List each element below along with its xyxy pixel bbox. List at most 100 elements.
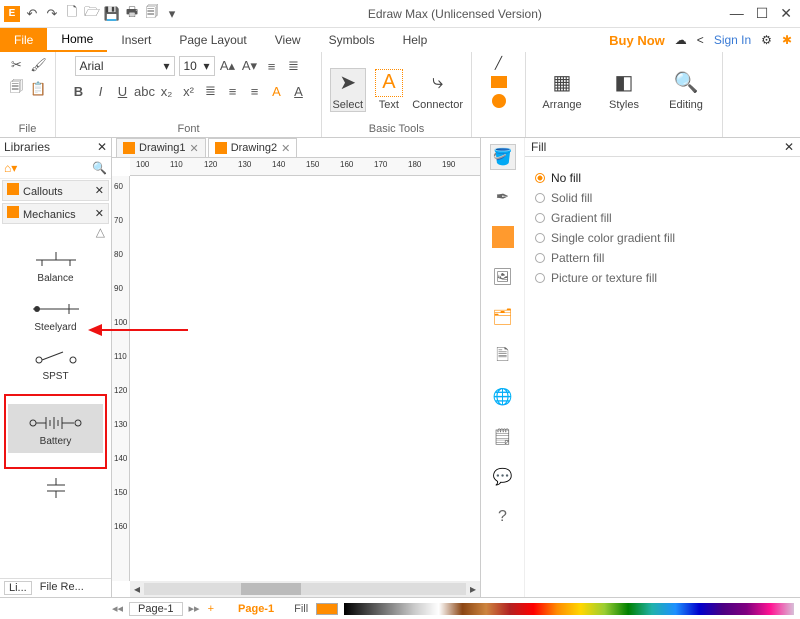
arrange-button[interactable]: ▦ Arrange bbox=[534, 69, 590, 111]
connector-tool[interactable]: ⤷ Connector bbox=[412, 69, 463, 111]
page-nav-prev-icon[interactable]: ◂◂ bbox=[112, 602, 123, 615]
current-fill-swatch[interactable] bbox=[316, 603, 338, 615]
editing-button[interactable]: 🔍 Editing bbox=[658, 69, 714, 111]
font-name-select[interactable]: Arial▾ bbox=[75, 56, 175, 76]
gear-icon[interactable]: ⚙ bbox=[761, 33, 772, 47]
tab-insert[interactable]: Insert bbox=[107, 28, 165, 52]
save-icon[interactable]: 💾 bbox=[104, 6, 120, 22]
tab-help[interactable]: Help bbox=[389, 28, 442, 52]
styles-button[interactable]: ◧ Styles bbox=[596, 69, 652, 111]
footer-tab-libraries[interactable]: Li... bbox=[4, 581, 32, 595]
pen-icon[interactable]: ✒ bbox=[490, 184, 516, 210]
open-icon[interactable]: 🗁 bbox=[84, 6, 100, 22]
text-tool[interactable]: A Text bbox=[372, 69, 407, 111]
shape-spst-switch[interactable]: SPST bbox=[4, 345, 107, 382]
file-tab[interactable]: File bbox=[0, 28, 47, 52]
drawing-canvas[interactable] bbox=[130, 176, 480, 581]
qat-dropdown-icon[interactable]: ▾ bbox=[164, 6, 180, 22]
page-tab[interactable]: Page-1 bbox=[129, 602, 182, 616]
ellipse-tool-icon[interactable] bbox=[492, 94, 506, 108]
close-icon[interactable]: ✕ bbox=[281, 142, 290, 155]
radio-single-color-gradient[interactable]: Single color gradient fill bbox=[535, 231, 790, 245]
paste-icon[interactable]: 📋 bbox=[30, 80, 48, 98]
grow-font-icon[interactable]: A▴ bbox=[219, 57, 237, 75]
align-left-icon[interactable]: ≡ bbox=[263, 57, 281, 75]
radio-solid-fill[interactable]: Solid fill bbox=[535, 191, 790, 205]
tab-view[interactable]: View bbox=[261, 28, 315, 52]
footer-tab-filerecovery[interactable]: File Re... bbox=[40, 581, 84, 595]
shape-battery[interactable]: Battery bbox=[8, 404, 103, 453]
radio-gradient-fill[interactable]: Gradient fill bbox=[535, 211, 790, 225]
doc-tab-drawing2[interactable]: Drawing2 ✕ bbox=[208, 138, 298, 157]
scroll-left-icon[interactable]: ◂ bbox=[130, 582, 144, 596]
note-icon[interactable]: 🗒 bbox=[490, 424, 516, 450]
home-icon[interactable]: ⌂▾ bbox=[4, 161, 17, 175]
maximize-button[interactable]: ☐ bbox=[756, 5, 769, 22]
layers-icon[interactable]: 🗂 bbox=[490, 304, 516, 330]
strikethrough-icon[interactable]: abc bbox=[136, 82, 154, 100]
title-bar: E ↶ ↷ 🗋 🗁 💾 🖶 🗐 ▾ Edraw Max (Unlicensed … bbox=[0, 0, 800, 28]
help-icon[interactable]: ? bbox=[490, 504, 516, 530]
radio-picture-fill[interactable]: Picture or texture fill bbox=[535, 271, 790, 285]
shape-balance[interactable]: Balance bbox=[4, 247, 107, 284]
line-tool-icon[interactable]: ╱ bbox=[495, 56, 502, 70]
underline-icon[interactable]: U bbox=[114, 82, 132, 100]
print-icon[interactable]: 🖶 bbox=[124, 6, 140, 22]
shape-capacitor[interactable] bbox=[4, 475, 107, 501]
new-icon[interactable]: 🗋 bbox=[64, 6, 80, 22]
cloud-icon[interactable]: ☁ bbox=[675, 33, 687, 47]
search-icon[interactable]: 🔍 bbox=[21, 161, 107, 175]
buy-now-link[interactable]: Buy Now bbox=[609, 33, 665, 48]
preview-icon[interactable]: 🗐 bbox=[144, 6, 160, 22]
collapse-icon[interactable]: △ bbox=[0, 225, 111, 239]
minimize-button[interactable]: — bbox=[730, 5, 744, 22]
fill-panel-close-icon[interactable]: ✕ bbox=[784, 140, 794, 154]
align-right-icon[interactable]: ≡ bbox=[246, 82, 264, 100]
swatch-icon[interactable] bbox=[490, 224, 516, 250]
fill-bucket-icon[interactable]: 🪣 bbox=[490, 144, 516, 170]
close-icon[interactable]: ✕ bbox=[189, 142, 198, 155]
scroll-thumb[interactable] bbox=[241, 583, 301, 595]
page-icon[interactable]: 🗎 bbox=[490, 344, 516, 370]
superscript-icon[interactable]: x² bbox=[180, 82, 198, 100]
comment-icon[interactable]: 💬 bbox=[490, 464, 516, 490]
bullets-icon[interactable]: ≣ bbox=[202, 82, 220, 100]
category-mechanics[interactable]: Mechanics ✕ bbox=[2, 203, 109, 224]
globe-icon[interactable]: 🌐 bbox=[490, 384, 516, 410]
close-button[interactable]: ✕ bbox=[780, 5, 792, 22]
close-icon[interactable]: ✕ bbox=[95, 207, 104, 220]
cut-icon[interactable]: ✂ bbox=[8, 56, 26, 74]
sign-in-link[interactable]: Sign In bbox=[714, 33, 751, 47]
redo-icon[interactable]: ↷ bbox=[44, 6, 60, 22]
color-palette-strip[interactable] bbox=[344, 603, 794, 615]
line-spacing-icon[interactable]: ≣ bbox=[285, 57, 303, 75]
shrink-font-icon[interactable]: A▾ bbox=[241, 57, 259, 75]
tab-page-layout[interactable]: Page Layout bbox=[165, 28, 260, 52]
close-icon[interactable]: ✕ bbox=[95, 184, 104, 197]
undo-icon[interactable]: ↶ bbox=[24, 6, 40, 22]
radio-no-fill[interactable]: No fill bbox=[535, 171, 790, 185]
align-center-icon[interactable]: ≡ bbox=[224, 82, 242, 100]
highlight-icon[interactable]: A bbox=[268, 82, 286, 100]
scroll-right-icon[interactable]: ▸ bbox=[466, 582, 480, 596]
radio-pattern-fill[interactable]: Pattern fill bbox=[535, 251, 790, 265]
page-nav-icons[interactable]: ▸▸ bbox=[189, 602, 200, 615]
italic-icon[interactable]: I bbox=[92, 82, 110, 100]
font-size-select[interactable]: 10▾ bbox=[179, 56, 215, 76]
copy-icon[interactable]: 🗐 bbox=[8, 80, 26, 98]
doc-tab-drawing1[interactable]: Drawing1 ✕ bbox=[116, 138, 206, 157]
bold-icon[interactable]: B bbox=[70, 82, 88, 100]
share-icon[interactable]: < bbox=[697, 33, 704, 47]
add-page-icon[interactable]: + bbox=[208, 603, 214, 615]
horizontal-scrollbar[interactable]: ◂ ▸ bbox=[130, 581, 480, 597]
tab-home[interactable]: Home bbox=[47, 28, 107, 52]
select-tool[interactable]: ➤ Select bbox=[330, 68, 366, 112]
font-color-icon[interactable]: A bbox=[290, 82, 308, 100]
libraries-close-icon[interactable]: ✕ bbox=[97, 140, 107, 154]
tab-symbols[interactable]: Symbols bbox=[315, 28, 389, 52]
rect-tool-icon[interactable] bbox=[491, 76, 507, 88]
subscript-icon[interactable]: x₂ bbox=[158, 82, 176, 100]
format-painter-icon[interactable]: 🖌 bbox=[30, 56, 48, 74]
image-icon[interactable]: 🖼 bbox=[490, 264, 516, 290]
category-callouts[interactable]: Callouts ✕ bbox=[2, 180, 109, 201]
